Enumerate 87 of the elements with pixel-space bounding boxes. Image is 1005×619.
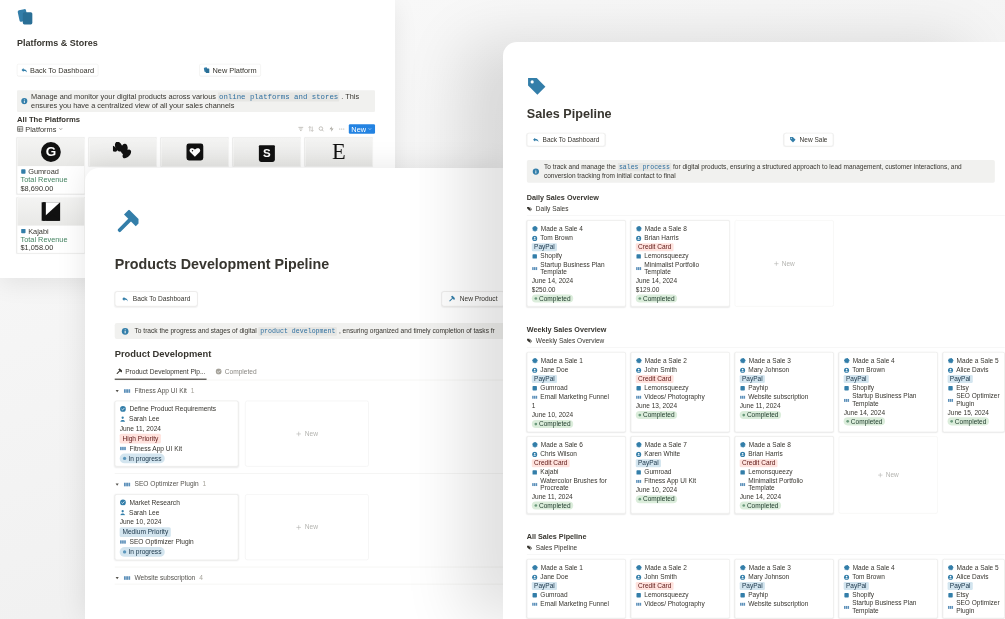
person-icon [739, 367, 746, 373]
platform-card[interactable] [160, 137, 229, 167]
caret-down-icon[interactable] [114, 575, 120, 581]
starburst-icon [843, 564, 850, 571]
person-icon [739, 574, 746, 580]
tags-icon [526, 337, 534, 344]
caret-down-icon[interactable] [114, 388, 120, 394]
tags-icon [526, 544, 534, 551]
person-icon [635, 235, 642, 242]
starburst-icon [635, 564, 643, 571]
page-title: Sales Pipeline [526, 106, 612, 122]
check-circle-icon [119, 405, 127, 413]
columns-icon [531, 265, 538, 272]
person-icon [119, 509, 126, 516]
person-icon [843, 574, 850, 580]
info-icon [532, 167, 540, 175]
back-arrow-icon [121, 295, 129, 303]
person-icon [531, 574, 538, 580]
hammer-icon [115, 368, 123, 375]
logo: G [40, 142, 61, 162]
person-icon [119, 415, 126, 422]
page-title: Products Development Pipeline [114, 254, 330, 273]
person-icon [947, 574, 954, 580]
cards-page-icon [16, 8, 34, 25]
starburst-icon [531, 564, 539, 571]
columns-icon [635, 601, 642, 607]
columns-icon [123, 574, 131, 582]
starburst-icon [843, 357, 850, 364]
person-icon [635, 367, 642, 373]
logo: E [332, 139, 346, 165]
columns-icon [119, 538, 127, 546]
cards-icon [203, 66, 210, 74]
person-icon [531, 235, 538, 242]
info-icon [121, 327, 129, 335]
logo: S [258, 145, 275, 162]
starburst-icon [531, 357, 539, 364]
platform-card[interactable]: E [304, 137, 373, 167]
tags-icon [526, 205, 534, 213]
columns-icon [531, 481, 538, 488]
starburst-icon [739, 441, 746, 448]
person-icon [531, 451, 538, 458]
info-icon [20, 97, 28, 105]
caret-down-icon[interactable] [114, 481, 120, 487]
check-circle-icon [119, 499, 127, 506]
platform-card[interactable] [88, 137, 157, 167]
columns-icon [947, 604, 954, 611]
starburst-icon [531, 441, 539, 448]
page-title: Platforms & Stores [16, 37, 98, 48]
columns-icon [531, 394, 538, 400]
back-arrow-icon [21, 66, 28, 74]
starburst-icon [635, 441, 643, 448]
columns-icon [843, 397, 850, 404]
columns-icon [531, 601, 538, 607]
tag-icon [789, 136, 796, 143]
starburst-icon [635, 357, 643, 364]
columns-icon [739, 481, 746, 488]
columns-icon [635, 394, 642, 400]
person-icon [739, 451, 746, 458]
platform-card[interactable]: S [232, 137, 301, 167]
person-icon [947, 367, 954, 373]
columns-icon [119, 445, 127, 452]
starburst-icon [739, 564, 746, 571]
starburst-icon [947, 564, 954, 571]
starburst-icon [947, 357, 954, 364]
columns-icon [739, 394, 746, 400]
section-heading: Product Development [114, 347, 212, 361]
person-icon [635, 451, 642, 458]
person-icon [635, 574, 642, 580]
hammer-icon [448, 295, 456, 303]
columns-icon [843, 604, 850, 611]
columns-icon [739, 601, 746, 607]
columns-icon [635, 265, 642, 272]
lightning-icon [328, 125, 335, 133]
starburst-icon [739, 357, 746, 364]
columns-icon [947, 397, 954, 404]
person-icon [531, 367, 538, 373]
columns-icon [123, 387, 131, 395]
starburst-icon [635, 225, 643, 232]
starburst-icon [531, 225, 539, 232]
tag-page-icon [526, 76, 547, 96]
check-circle-icon [215, 368, 222, 375]
heart-logo-icon [185, 142, 205, 162]
columns-icon [635, 478, 642, 485]
back-arrow-icon [532, 136, 539, 143]
columns-icon [123, 480, 131, 488]
person-icon [843, 367, 850, 373]
k-logo-icon [40, 200, 62, 223]
